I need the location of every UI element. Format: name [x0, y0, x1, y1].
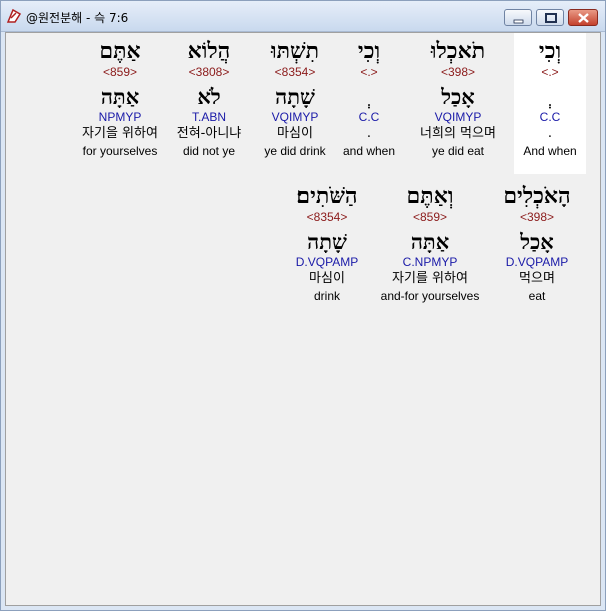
lemma-word: אַתָּה	[410, 229, 450, 254]
close-icon	[578, 13, 589, 23]
close-button[interactable]	[568, 9, 598, 26]
korean-gloss: 자기을 위하여	[82, 126, 158, 141]
app-icon	[6, 8, 22, 24]
minimize-icon	[513, 19, 524, 24]
word-column[interactable]: וְכִי<.>ְC.C. And when	[514, 33, 586, 174]
morphology-code: VQIMYP	[434, 110, 482, 124]
app-window: @원전분해 - 슥 7:6 וְכִי<.>ְC.C.And whenתֹאכְ…	[0, 0, 606, 611]
strong-number: <398>	[440, 65, 476, 79]
hebrew-word: הֲלוֹא	[187, 38, 231, 64]
lemma-word: אַתָּה	[100, 84, 140, 109]
word-column[interactable]: תֹאכְלוּ <398> אָכַל VQIMYP 너희의 먹으며 ye did ea…	[403, 38, 513, 174]
hebrew-word: וְכִי	[538, 38, 562, 64]
morphology-code: D.VQPAMP	[295, 255, 359, 269]
hebrew-word: הַשֹּׁתִים׃	[296, 183, 358, 209]
lemma-word: ְ	[514, 84, 586, 110]
strong-number: <859>	[412, 210, 448, 224]
strong-number: <859>	[102, 65, 138, 79]
korean-gloss: 마심이	[309, 271, 345, 286]
english-gloss: and when	[342, 144, 396, 158]
morphology-code: T.ABN	[191, 110, 226, 124]
restore-icon	[545, 13, 557, 23]
english-gloss: did not ye	[182, 144, 236, 158]
morphology-code: VQIMYP	[271, 110, 319, 124]
hebrew-word: הָאֹכְלִים	[503, 183, 571, 209]
word-column[interactable]: תִשְׁתּוּ <8354> שָׁתָה VQIMYP 마심이 ye did dri…	[250, 38, 340, 174]
morphology-code: C.NPMYP	[402, 255, 458, 269]
word-column[interactable]: הָאֹכְלִים <398> אָכַל D.VQPAMP 먹으며 eat	[496, 183, 578, 319]
window-title: @원전분해 - 슥 7:6	[26, 11, 129, 25]
minimize-button[interactable]	[504, 9, 532, 26]
verse-analysis-panel[interactable]: וְכִי<.>ְC.C.And whenתֹאכְלוּ<398>אָכַלV…	[5, 32, 601, 606]
lemma-word: שָׁתָה	[307, 229, 347, 254]
english-gloss: ye did drink	[264, 144, 326, 158]
morphology-code: NPMYP	[98, 110, 142, 124]
word-column[interactable]: וְכִי<.>ְC.C. and when	[333, 38, 405, 174]
strong-number: <398>	[519, 210, 555, 224]
english-gloss: drink	[313, 289, 340, 303]
english-gloss: ye did eat	[431, 144, 485, 158]
hebrew-word: אַתֶּם	[99, 38, 141, 64]
korean-gloss: .	[547, 126, 553, 141]
korean-gloss: 너희의 먹으며	[420, 126, 496, 141]
strong-number: <8354>	[274, 65, 316, 79]
word-column[interactable]: וְאַתֶּם <859> אַתָּה C.NPMYP 자기를 위하여 and-for…	[371, 183, 489, 319]
hebrew-word: תֹאכְלוּ	[430, 38, 486, 64]
lemma-word: ְ	[333, 84, 405, 110]
korean-gloss: .	[366, 126, 372, 141]
strong-number: <.>	[541, 65, 559, 79]
english-gloss: And when	[523, 144, 577, 158]
title-bar[interactable]: @원전분해 - 슥 7:6	[1, 1, 605, 32]
english-gloss: for yourselves	[82, 144, 158, 158]
lemma-word: אָכַל	[441, 84, 475, 109]
lemma-word: לֹא	[197, 84, 221, 109]
strong-number: <8354>	[306, 210, 348, 224]
restore-button[interactable]	[536, 9, 564, 26]
english-gloss: and-for yourselves	[380, 289, 480, 303]
hebrew-word: וְכִי	[357, 38, 381, 64]
korean-gloss: 먹으며	[519, 271, 555, 286]
word-column[interactable]: אַתֶּם <859> אַתָּה NPMYP 자기을 위하여 for yoursel…	[70, 38, 170, 174]
word-column[interactable]: הֲלוֹא <3808> לֹא T.ABN 전혀-아니냐 did not ye	[164, 38, 254, 174]
hebrew-word: תִשְׁתּוּ	[270, 38, 320, 64]
word-column[interactable]: הַשֹּׁתִים׃ <8354> שָׁתָה D.VQPAMP 마심이 drink	[279, 183, 375, 319]
strong-number: <.>	[360, 65, 378, 79]
korean-gloss: 마심이	[277, 126, 313, 141]
lemma-word: אָכַל	[520, 229, 554, 254]
lemma-word: שָׁתָה	[275, 84, 315, 109]
english-gloss: eat	[528, 289, 546, 303]
morphology-code: C.C	[539, 110, 561, 124]
morphology-code: C.C	[358, 110, 380, 124]
korean-gloss: 자기를 위하여	[392, 271, 468, 286]
strong-number: <3808>	[188, 65, 230, 79]
hebrew-word: וְאַתֶּם	[406, 183, 454, 209]
korean-gloss: 전혀-아니냐	[176, 126, 242, 141]
morphology-code: D.VQPAMP	[505, 255, 569, 269]
